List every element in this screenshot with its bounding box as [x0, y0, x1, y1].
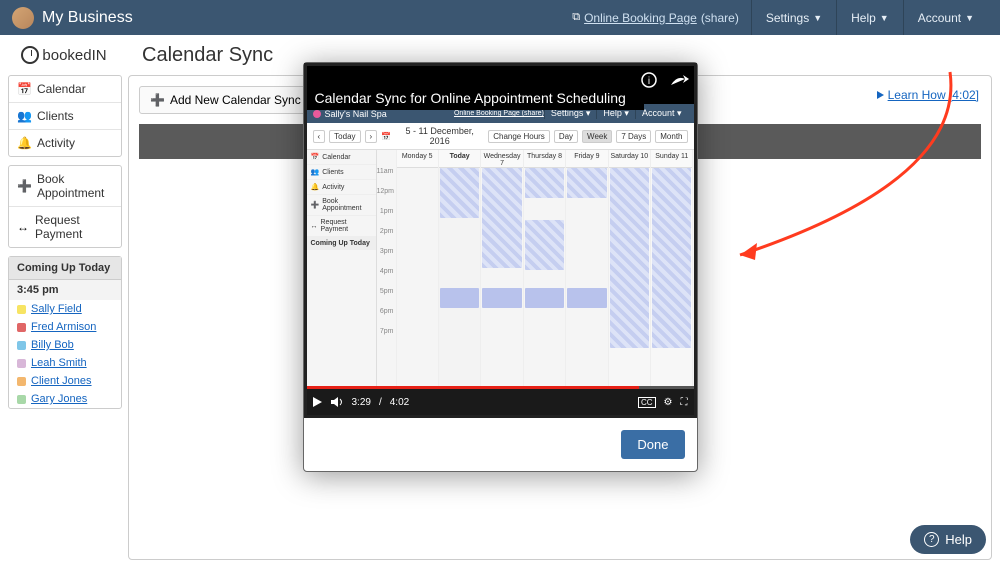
clients-icon: 👥 — [17, 109, 31, 123]
settings-gear-icon[interactable]: ⚙ — [664, 397, 673, 408]
done-button[interactable]: Done — [621, 430, 684, 459]
share-label[interactable]: (share) — [701, 11, 739, 25]
request-payment-button[interactable]: ↔ Request Payment — [9, 207, 121, 247]
video-content: Sally's Nail Spa Online Booking Page (sh… — [307, 66, 694, 386]
appointment-link[interactable]: Fred Armison — [31, 321, 96, 333]
play-icon — [877, 91, 884, 99]
logo-text: bookedIN — [42, 47, 106, 64]
appointment-row: Gary Jones — [9, 390, 121, 408]
video-progress[interactable] — [307, 386, 694, 389]
external-link-icon: ⧉ — [572, 11, 580, 24]
info-icon[interactable]: i — [638, 69, 660, 91]
account-menu[interactable]: Account▼ — [903, 0, 988, 35]
coming-up-panel: Coming Up Today 3:45 pm Sally Field Fred… — [8, 256, 122, 409]
page-title: Calendar Sync — [142, 44, 273, 67]
fullscreen-icon[interactable]: ⛶ — [681, 397, 688, 408]
appointment-row: Fred Armison — [9, 318, 121, 336]
share-icon[interactable] — [668, 69, 690, 91]
settings-menu[interactable]: Settings▼ — [751, 0, 836, 35]
video-controls: 3:29 / 4:02 CC ⚙ ⛶ — [307, 389, 694, 415]
appointment-row: Billy Bob — [9, 336, 121, 354]
video-player[interactable]: i Calendar Sync for Online Appointment S… — [304, 63, 697, 418]
app-logo[interactable]: bookedIN — [0, 46, 128, 64]
video-time-current: 3:29 — [352, 397, 371, 408]
video-brand: Sally's Nail Spa — [325, 109, 387, 119]
appointment-link[interactable]: Client Jones — [31, 375, 92, 387]
nav-box: 📅 Calendar 👥 Clients 🔔 Activity — [8, 75, 122, 157]
brand-title: My Business — [42, 9, 572, 27]
top-navbar: My Business ⧉ Online Booking Page (share… — [0, 0, 1000, 35]
coming-up-header: Coming Up Today — [9, 257, 121, 280]
appointment-link[interactable]: Gary Jones — [31, 393, 87, 405]
appointment-row: Client Jones — [9, 372, 121, 390]
sidebar-item-clients[interactable]: 👥 Clients — [9, 103, 121, 130]
payment-icon: ↔ — [17, 220, 29, 234]
sidebar: 📅 Calendar 👥 Clients 🔔 Activity ➕ Book Appoi… — [0, 75, 128, 568]
video-modal: i Calendar Sync for Online Appointment S… — [303, 62, 698, 472]
plus-icon: ➕ — [150, 93, 165, 107]
online-booking-link[interactable]: Online Booking Page — [584, 11, 697, 25]
coming-up-time: 3:45 pm — [9, 280, 121, 300]
appointment-row: Leah Smith — [9, 354, 121, 372]
video-title: Calendar Sync for Online Appointment Sch… — [307, 86, 644, 110]
help-menu[interactable]: Help▼ — [836, 0, 903, 35]
sidebar-item-label: Clients — [37, 109, 74, 123]
appointment-link[interactable]: Billy Bob — [31, 339, 74, 351]
appointment-link[interactable]: Leah Smith — [31, 357, 87, 369]
sidebar-item-calendar[interactable]: 📅 Calendar — [9, 76, 121, 103]
sidebar-item-activity[interactable]: 🔔 Activity — [9, 130, 121, 156]
cc-button[interactable]: CC — [638, 397, 656, 408]
avatar[interactable] — [12, 7, 34, 29]
plus-icon: ➕ — [17, 179, 31, 193]
book-appointment-button[interactable]: ➕ Book Appointment — [9, 166, 121, 207]
learn-how-link[interactable]: Learn How [4:02] — [877, 88, 979, 102]
actions-box: ➕ Book Appointment ↔ Request Payment — [8, 165, 122, 248]
sidebar-item-label: Request Payment — [35, 213, 113, 241]
help-fab[interactable]: ? Help — [910, 525, 986, 554]
volume-icon[interactable] — [330, 396, 344, 408]
bell-icon: 🔔 — [17, 136, 31, 150]
sidebar-item-label: Activity — [37, 136, 75, 150]
appointment-link[interactable]: Sally Field — [31, 303, 82, 315]
sidebar-item-label: Book Appointment — [37, 172, 113, 200]
question-icon: ? — [924, 532, 939, 547]
svg-text:i: i — [647, 76, 649, 87]
video-time-total: 4:02 — [390, 397, 409, 408]
clock-icon — [21, 46, 39, 64]
calendar-icon: 📅 — [17, 82, 31, 96]
sidebar-item-label: Calendar — [37, 82, 86, 96]
appointment-row: Sally Field — [9, 300, 121, 318]
add-calendar-sync-button[interactable]: ➕Add New Calendar Sync — [139, 86, 312, 114]
play-button[interactable] — [313, 397, 322, 407]
